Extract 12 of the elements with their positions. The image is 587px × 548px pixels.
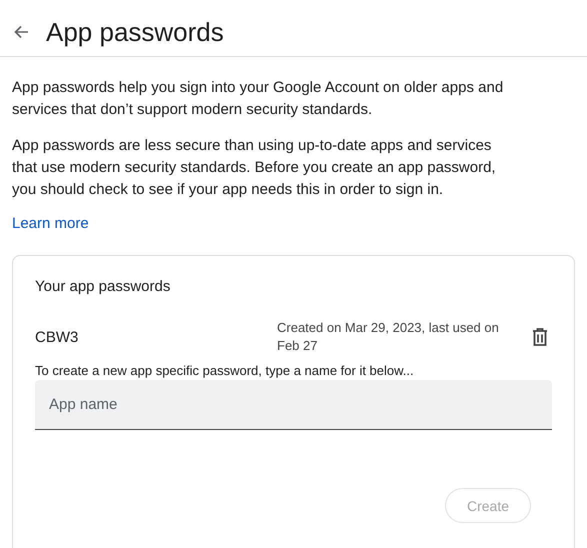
back-arrow-icon (13, 24, 29, 40)
trash-icon (532, 328, 548, 346)
section-title: Your app passwords (35, 278, 172, 295)
password-name: CBW3 (35, 328, 80, 346)
page-title: App passwords (46, 16, 224, 48)
intro-paragraph: App passwords are less secure than using up-to-date apps and services that use modern security standards. Before you create an app password, you should check to see if your app needs this in order to sign in. (12, 136, 497, 200)
hint-text: To create a new app specific password, type a name for it below... (35, 363, 415, 378)
back-button[interactable] (12, 23, 30, 41)
app-name-field[interactable]: App name (35, 380, 552, 430)
learn-more-link[interactable]: Learn more (12, 213, 89, 235)
intro-paragraph: App passwords help you sign into your Google Account on older apps and services that don’t support modern security standards. (12, 78, 504, 120)
password-details: Created on Mar 29, 2023, last used on Feb 27 (277, 319, 500, 355)
